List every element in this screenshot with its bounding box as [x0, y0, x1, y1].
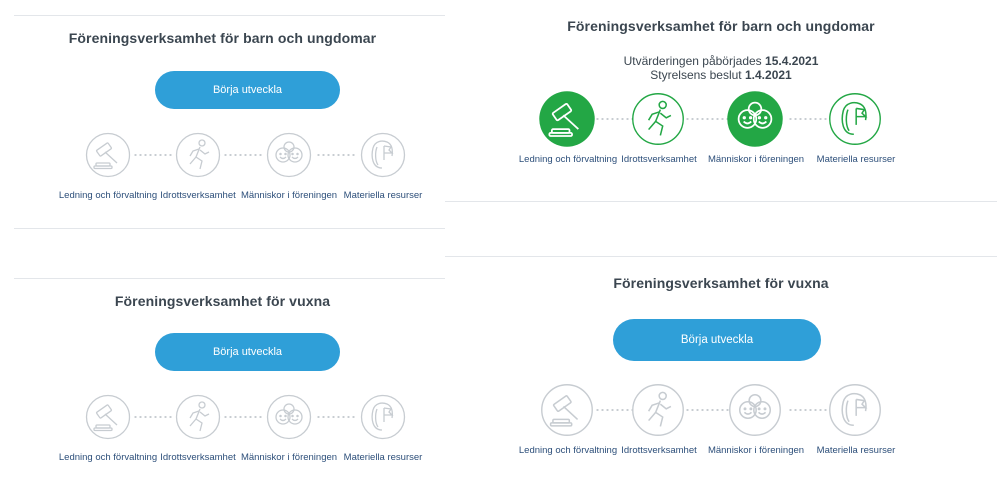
progress-steps: Ledning och förvaltning Idrottsverksamhe… — [48, 132, 445, 212]
progress-steps: Ledning och förvaltning Idrottsverksamhe… — [508, 91, 988, 176]
evaluation-started: Utvärderingen påbörjades 15.4.2021 — [445, 54, 997, 68]
panel-title: Föreningsverksamhet för vuxna — [114, 293, 331, 309]
step-connector — [133, 154, 173, 156]
runner-icon — [632, 93, 684, 145]
board-decision-date: 1.4.2021 — [745, 68, 792, 82]
step-connector — [223, 154, 263, 156]
start-development-button[interactable]: Börja utveckla — [155, 71, 340, 109]
panel-divider-top — [14, 15, 445, 16]
carabiner-flag-icon — [360, 132, 406, 178]
panel-title: Föreningsverksamhet för vuxna — [613, 275, 829, 291]
panel-youth-in-progress: Föreningsverksamhet för barn och ungdoma… — [445, 0, 997, 205]
evaluation-started-label: Utvärderingen påbörjades — [623, 54, 762, 68]
step-label: Materiella resurser — [343, 452, 423, 463]
carabiner-flag-icon — [360, 394, 406, 440]
step-connector — [316, 416, 356, 418]
evaluation-started-date: 15.4.2021 — [765, 54, 819, 68]
step-connector — [133, 416, 173, 418]
smiley-faces-icon — [266, 132, 312, 178]
step-label: Materiella resurser — [816, 445, 896, 456]
runner-icon — [632, 384, 684, 436]
smiley-faces-icon — [727, 91, 783, 147]
step-connector — [685, 409, 729, 411]
step-connector — [595, 409, 635, 411]
step-label: Materiella resurser — [816, 154, 896, 165]
start-development-button[interactable]: Börja utveckla — [613, 319, 821, 361]
step-connector — [788, 118, 830, 120]
step-connector — [685, 118, 729, 120]
step-connector — [788, 409, 830, 411]
smiley-faces-icon — [729, 384, 781, 436]
step-connector — [595, 118, 635, 120]
board-decision-label: Styrelsens beslut — [650, 68, 742, 82]
carabiner-flag-icon — [829, 93, 881, 145]
step-label: Materiella resurser — [343, 190, 423, 201]
panel-adults-not-started-large: Föreningsverksamhet för vuxna Börja utve… — [445, 255, 997, 490]
carabiner-flag-icon — [829, 384, 881, 436]
gavel-icon — [85, 394, 131, 440]
panel-youth-not-started: Föreningsverksamhet för barn och ungdoma… — [0, 0, 445, 231]
gavel-icon — [85, 132, 131, 178]
progress-steps: Ledning och förvaltning Idrottsverksamhe… — [508, 384, 988, 467]
gavel-icon — [541, 384, 593, 436]
panel-divider-top — [445, 256, 997, 257]
start-development-button[interactable]: Börja utveckla — [155, 333, 340, 371]
runner-icon — [175, 132, 221, 178]
panel-divider-bottom — [445, 201, 997, 202]
smiley-faces-icon — [266, 394, 312, 440]
gavel-icon — [539, 91, 595, 147]
panel-title: Föreningsverksamhet för barn och ungdoma… — [567, 18, 875, 34]
step-connector — [316, 154, 356, 156]
progress-steps: Ledning och förvaltning Idrottsverksamhe… — [48, 394, 445, 470]
step-connector — [223, 416, 263, 418]
board-decision: Styrelsens beslut 1.4.2021 — [445, 68, 997, 82]
panel-adults-not-started: Föreningsverksamhet för vuxna Börja utve… — [0, 270, 445, 470]
panel-divider-top — [14, 278, 445, 279]
runner-icon — [175, 394, 221, 440]
panel-divider-bottom — [14, 228, 445, 229]
panel-title: Föreningsverksamhet för barn och ungdoma… — [68, 30, 377, 46]
